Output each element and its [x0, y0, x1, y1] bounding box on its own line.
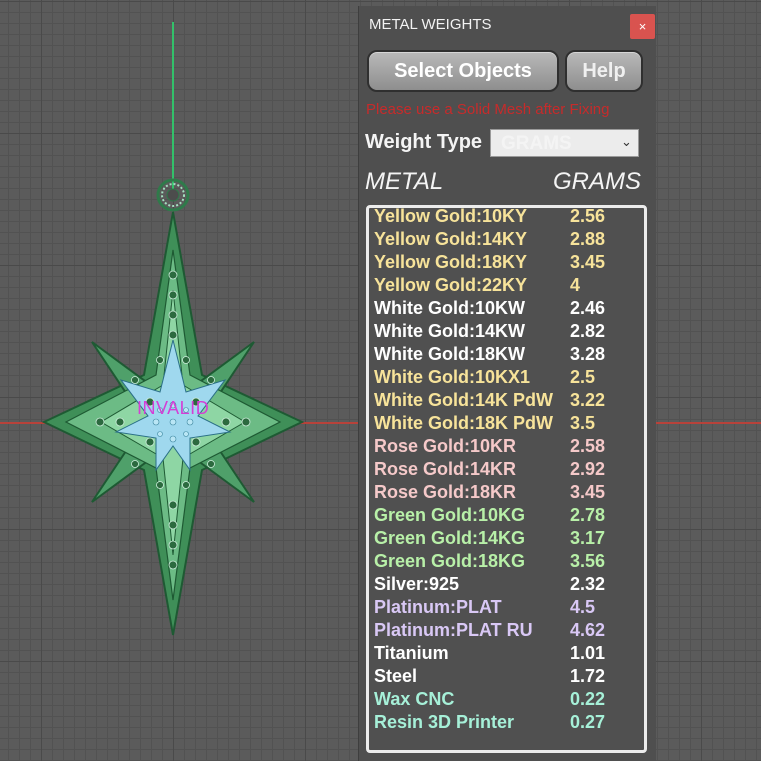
metal-name: White Gold:10KW: [374, 298, 525, 318]
list-item[interactable]: Yellow Gold:18KY 3.45: [369, 252, 644, 275]
metal-weight-value: 2.78: [570, 505, 606, 525]
metal-name: Titanium: [374, 643, 449, 663]
list-item[interactable]: Yellow Gold:10KY 2.56: [369, 206, 644, 229]
metal-weight-value: 3.5: [570, 413, 596, 433]
warning-message: Please use a Solid Mesh after Fixing: [366, 101, 610, 118]
metal-name: White Gold:14KW: [374, 321, 525, 341]
list-item[interactable]: Yellow Gold:22KY 4: [369, 275, 644, 298]
metal-weight-value: 2.88: [570, 229, 606, 249]
metal-weight-value: 3.22: [570, 390, 606, 410]
metal-name: Resin 3D Printer: [374, 712, 515, 732]
weight-type-label: Weight Type: [365, 131, 483, 153]
metal-name: Yellow Gold:18KY: [374, 252, 528, 272]
metal-weight-value: 3.28: [570, 344, 606, 364]
list-item[interactable]: Titanium 1.01: [369, 643, 644, 666]
bail-ring: [156, 178, 190, 212]
list-item[interactable]: Rose Gold:10KR 2.58: [369, 436, 644, 459]
metal-weight-value: 2.56: [570, 206, 606, 226]
weight-type-value: GRAMS: [501, 133, 572, 154]
metal-name: Platinum:PLAT: [374, 597, 502, 617]
list-item[interactable]: White Gold:18K PdW 3.5: [369, 413, 644, 436]
list-item[interactable]: Resin 3D Printer 0.27: [369, 712, 644, 735]
metal-name: Platinum:PLAT RU: [374, 620, 533, 640]
metal-name: White Gold:18KW: [374, 344, 525, 364]
metal-name: White Gold:10KX1: [374, 367, 531, 387]
metal-name: Wax CNC: [374, 689, 455, 709]
list-item[interactable]: White Gold:10KW 2.46: [369, 298, 644, 321]
list-item[interactable]: Wax CNC 0.22: [369, 689, 644, 712]
metal-weight-value: 1.72: [570, 666, 606, 686]
list-item[interactable]: White Gold:14KW 2.82: [369, 321, 644, 344]
metal-column-header: METAL: [365, 168, 444, 195]
list-item[interactable]: Green Gold:10KG 2.78: [369, 505, 644, 528]
close-button[interactable]: ×: [630, 14, 655, 39]
list-item[interactable]: Silver:925 2.32: [369, 574, 644, 597]
metal-weight-value: 2.82: [570, 321, 606, 341]
metal-name: Green Gold:18KG: [374, 551, 526, 571]
help-button[interactable]: Help: [565, 50, 643, 92]
list-item[interactable]: Platinum:PLAT RU 4.62: [369, 620, 644, 643]
title-bar[interactable]: METAL WEIGHTS ×: [359, 6, 657, 42]
list-item[interactable]: White Gold:14K PdW 3.22: [369, 390, 644, 413]
metal-name: Silver:925: [374, 574, 460, 594]
metal-name: Green Gold:10KG: [374, 505, 526, 525]
list-item[interactable]: Green Gold:18KG 3.56: [369, 551, 644, 574]
list-item[interactable]: Steel 1.72: [369, 666, 644, 689]
list-item[interactable]: Green Gold:14KG 3.17: [369, 528, 644, 551]
metal-weights-list[interactable]: Yellow Gold:10KY 2.56 Yellow Gold:14KY 2.88…: [366, 205, 647, 753]
metal-name: Green Gold:14KG: [374, 528, 526, 548]
metal-name: Yellow Gold:22KY: [374, 275, 528, 295]
metal-name: Rose Gold:18KR: [374, 482, 517, 502]
metal-weight-value: 0.22: [570, 689, 606, 709]
metal-weight-value: 4.62: [570, 620, 606, 640]
weight-type-dropdown[interactable]: GRAMS ⌄: [490, 129, 639, 157]
metal-weight-value: 2.58: [570, 436, 606, 456]
list-item[interactable]: Rose Gold:18KR 3.45: [369, 482, 644, 505]
metal-weight-value: 2.92: [570, 459, 606, 479]
metal-weight-value: 4: [570, 275, 581, 295]
metal-weight-value: 3.45: [570, 252, 606, 272]
list-item[interactable]: White Gold:18KW 3.28: [369, 344, 644, 367]
grams-column-header: GRAMS: [553, 168, 642, 195]
metal-weight-value: 2.5: [570, 367, 596, 387]
metal-name: Yellow Gold:14KY: [374, 229, 528, 249]
metal-name: Rose Gold:10KR: [374, 436, 517, 456]
metal-weight-value: 0.27: [570, 712, 606, 732]
metal-weight-value: 2.32: [570, 574, 606, 594]
metal-name: Yellow Gold:10KY: [374, 206, 528, 226]
list-item[interactable]: Platinum:PLAT 4.5: [369, 597, 644, 620]
metal-weight-value: 3.45: [570, 482, 606, 502]
metal-name: White Gold:18K PdW: [374, 413, 553, 433]
metal-name: White Gold:14K PdW: [374, 390, 553, 410]
metal-weight-value: 3.17: [570, 528, 606, 548]
metal-weights-panel: METAL WEIGHTS × Select Objects Help Plea…: [358, 6, 656, 761]
select-objects-button[interactable]: Select Objects: [367, 50, 559, 92]
metal-name: Rose Gold:14KR: [374, 459, 517, 479]
metal-weight-value: 1.01: [570, 643, 606, 663]
metal-weight-value: 4.5: [570, 597, 596, 617]
list-item[interactable]: White Gold:10KX1 2.5: [369, 367, 644, 390]
chevron-down-icon: ⌄: [621, 134, 632, 149]
metal-weight-value: 2.46: [570, 298, 606, 318]
metal-weight-value: 3.56: [570, 551, 606, 571]
metal-name: Steel: [374, 666, 418, 686]
list-item[interactable]: Yellow Gold:14KY 2.88: [369, 229, 644, 252]
invalid-mesh-label: INVALID: [137, 398, 210, 418]
list-item[interactable]: Rose Gold:14KR 2.92: [369, 459, 644, 482]
panel-title: METAL WEIGHTS: [369, 16, 492, 33]
